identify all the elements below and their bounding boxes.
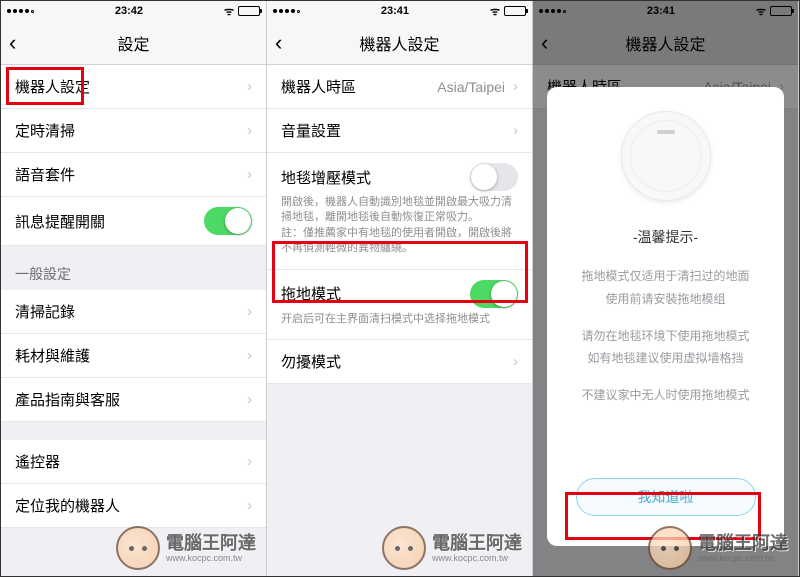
toggle-carpet-boost[interactable] (470, 163, 518, 191)
chevron-right-icon: › (247, 122, 252, 139)
nav-title: 設定 (117, 31, 149, 55)
toggle-message-alert[interactable] (204, 207, 252, 235)
row-label: 拖地模式 (281, 283, 341, 304)
row-voice-pack[interactable]: 語音套件 › (1, 153, 266, 197)
row-label: 定時清掃 (15, 120, 75, 141)
modal-body: 拖地模式仅适用于清扫过的地面使用前请安裝拖地模组 请勿在地毯环境下使用拖地模式如… (581, 265, 749, 421)
battery-icon (238, 6, 260, 16)
section-header-general: 一般設定 (1, 246, 266, 290)
watermark-url: www.kocpc.com.tw (432, 554, 522, 563)
watermark-avatar (382, 526, 426, 570)
row-description: 開啟後，機器人自動識別地毯並開啟最大吸力清掃地毯，離開地毯後自動恢復正常吸力。 … (281, 195, 518, 257)
chevron-right-icon: › (247, 453, 252, 470)
watermark: 電腦王阿達 www.kocpc.com.tw (116, 526, 256, 570)
row-label: 勿擾模式 (281, 351, 341, 372)
battery-icon (504, 6, 526, 16)
screen-robot-settings: 23:41 ᯤ ‹ 機器人設定 機器人時區 Asia/Taipei › 音量設置… (267, 1, 533, 576)
row-label: 地毯增壓模式 (281, 167, 371, 188)
nav-bar: ‹ 設定 (1, 21, 266, 65)
row-label: 語音套件 (15, 164, 75, 185)
row-mop-mode[interactable]: 拖地模式 开启后可在主界面清扫模式中选择拖地模式 (267, 270, 532, 340)
watermark-name: 電腦王阿達 (166, 534, 256, 552)
nav-title: 機器人設定 (359, 31, 439, 55)
watermark-url: www.kocpc.com.tw (166, 554, 256, 563)
row-label: 定位我的機器人 (15, 495, 120, 516)
chevron-right-icon: › (247, 497, 252, 514)
watermark-avatar (116, 526, 160, 570)
modal-title: -温馨提示- (633, 227, 698, 247)
status-time: 23:41 (381, 5, 409, 17)
row-label: 機器人時區 (281, 76, 356, 97)
row-message-alert[interactable]: 訊息提醒開關 (1, 197, 266, 246)
modal-confirm-button[interactable]: 我知道啦 (576, 478, 756, 516)
row-label: 遙控器 (15, 451, 60, 472)
chevron-right-icon: › (247, 303, 252, 320)
row-label: 清掃記錄 (15, 301, 75, 322)
chevron-right-icon: › (513, 78, 518, 95)
row-carpet-boost[interactable]: 地毯增壓模式 開啟後，機器人自動識別地毯並開啟最大吸力清掃地毯，離開地毯後自動恢… (267, 153, 532, 270)
wifi-icon: ᯤ (490, 4, 500, 19)
chevron-right-icon: › (247, 347, 252, 364)
row-timezone[interactable]: 機器人時區 Asia/Taipei › (267, 65, 532, 109)
chevron-right-icon: › (247, 166, 252, 183)
row-robot-settings[interactable]: 機器人設定 › (1, 65, 266, 109)
row-label: 產品指南與客服 (15, 389, 120, 410)
row-label: 機器人設定 (15, 76, 90, 97)
status-bar: 23:41 ᯤ (267, 1, 532, 21)
status-time: 23:42 (115, 5, 143, 17)
status-bar: 23:42 ᯤ (1, 1, 266, 21)
chevron-right-icon: › (247, 391, 252, 408)
row-remote[interactable]: 遙控器 › (1, 440, 266, 484)
toggle-mop-mode[interactable] (470, 280, 518, 308)
chevron-right-icon: › (247, 78, 252, 95)
modal-tip: -温馨提示- 拖地模式仅适用于清扫过的地面使用前请安裝拖地模组 请勿在地毯环境下… (547, 87, 784, 546)
row-consumables[interactable]: 耗材與維護 › (1, 334, 266, 378)
row-label: 訊息提醒開關 (15, 211, 105, 232)
back-icon[interactable]: ‹ (275, 30, 282, 56)
row-value: Asia/Taipei (437, 79, 505, 95)
nav-bar: ‹ 機器人設定 (267, 21, 532, 65)
wifi-icon: ᯤ (224, 4, 234, 19)
watermark: 電腦王阿達 www.kocpc.com.tw (382, 526, 522, 570)
row-scheduled-clean[interactable]: 定時清掃 › (1, 109, 266, 153)
row-locate-robot[interactable]: 定位我的機器人 › (1, 484, 266, 528)
chevron-right-icon: › (513, 353, 518, 370)
button-label: 我知道啦 (638, 487, 694, 507)
back-icon[interactable]: ‹ (9, 30, 16, 56)
row-guide-support[interactable]: 產品指南與客服 › (1, 378, 266, 422)
row-label: 耗材與維護 (15, 345, 90, 366)
screen-mop-modal: 23:41 ᯤ ‹ 機器人設定 機器人時區 Asia/Taipei › -温馨提… (533, 1, 799, 576)
chevron-right-icon: › (513, 122, 518, 139)
row-dnd[interactable]: 勿擾模式 › (267, 340, 532, 384)
screen-settings: 23:42 ᯤ ‹ 設定 機器人設定 › 定時清掃 › 語音套件 › 訊息提醒開… (1, 1, 267, 576)
watermark-name: 電腦王阿達 (432, 534, 522, 552)
row-volume[interactable]: 音量設置 › (267, 109, 532, 153)
row-label: 音量設置 (281, 120, 341, 141)
robot-vacuum-icon (621, 111, 711, 201)
row-clean-history[interactable]: 清掃記錄 › (1, 290, 266, 334)
row-description: 开启后可在主界面清扫模式中选择拖地模式 (281, 312, 490, 327)
